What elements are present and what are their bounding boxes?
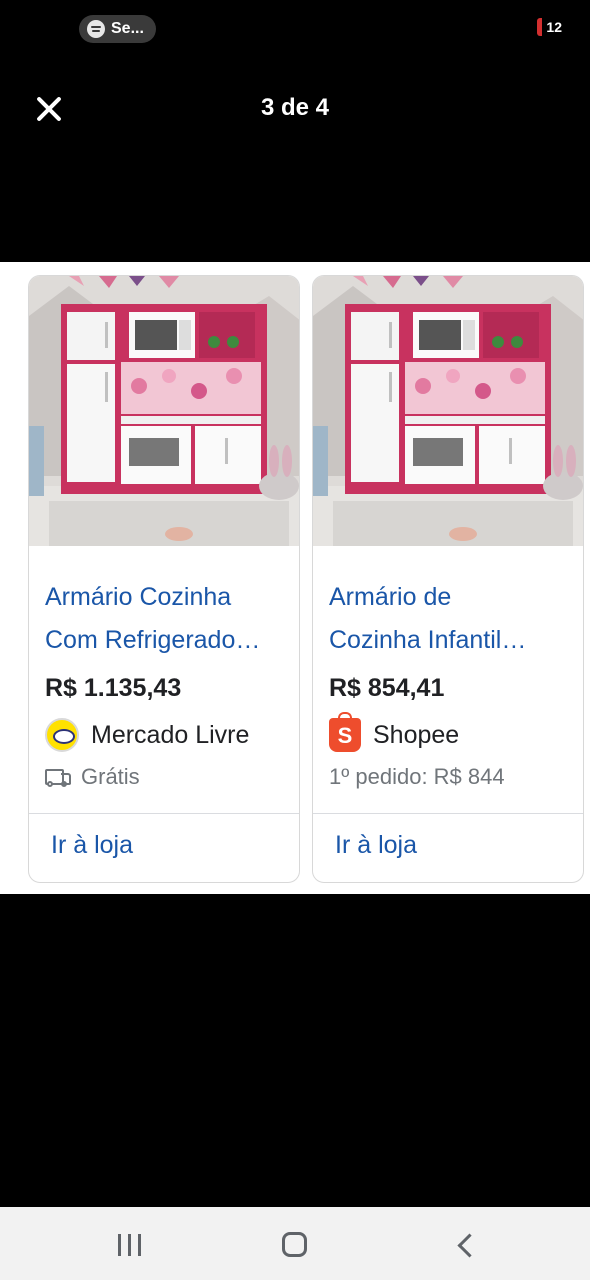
media-pill-label: Se... — [111, 20, 144, 37]
product-title[interactable]: Armário Cozinha Com Refrigerado… — [45, 576, 289, 662]
page-counter: 3 de 4 — [260, 94, 330, 121]
kitchen-cabinet-image — [313, 276, 583, 546]
battery-level: 12 — [546, 19, 562, 35]
divider — [29, 813, 299, 814]
shopee-logo: S — [329, 712, 361, 752]
viewer-header: 3 de 4 — [0, 70, 590, 146]
product-price: R$ 1.135,43 — [45, 674, 182, 702]
store-info: Mercado Livre — [45, 717, 249, 753]
recents-icon[interactable] — [118, 1234, 144, 1256]
spotify-icon — [87, 20, 105, 38]
back-icon[interactable] — [454, 1232, 478, 1258]
store-info: S Shopee — [329, 712, 460, 753]
battery-icon — [537, 18, 543, 36]
status-bar: Se... 12 — [0, 0, 590, 58]
store-name: Mercado Livre — [91, 720, 250, 749]
mercado-livre-logo — [45, 718, 79, 752]
product-carousel: Armário Cozinha Com Refrigerado… R$ 1.13… — [0, 262, 590, 894]
battery-indicator: 12 — [537, 18, 562, 36]
product-title-line: Armário Cozinha — [45, 583, 232, 611]
go-to-store-link[interactable]: Ir à loja — [335, 831, 417, 860]
first-order-label: 1º pedido: R$ 844 — [329, 764, 505, 789]
shipping-info: Grátis — [45, 762, 140, 792]
product-card[interactable]: Armário Cozinha Com Refrigerado… R$ 1.13… — [28, 275, 300, 883]
product-title-line: Armário de — [329, 583, 452, 611]
first-order-info: 1º pedido: R$ 844 — [329, 762, 505, 792]
kitchen-cabinet-image — [29, 276, 299, 546]
product-price: R$ 854,41 — [329, 674, 445, 702]
system-nav-bar — [0, 1207, 590, 1280]
home-icon[interactable] — [282, 1232, 307, 1257]
media-notification-pill[interactable]: Se... — [79, 15, 156, 43]
go-to-store-link[interactable]: Ir à loja — [51, 831, 133, 860]
product-title-line: Com Refrigerado… — [45, 626, 261, 654]
product-image[interactable] — [313, 276, 583, 546]
store-name: Shopee — [373, 720, 460, 749]
product-card[interactable]: Armário de Cozinha Infantil… R$ 854,41 S… — [312, 275, 584, 883]
truck-icon — [45, 768, 71, 787]
shipping-label: Grátis — [81, 764, 140, 789]
product-image[interactable] — [29, 276, 299, 546]
product-title[interactable]: Armário de Cozinha Infantil… — [329, 576, 573, 662]
product-title-line: Cozinha Infantil… — [329, 626, 527, 654]
divider — [313, 813, 583, 814]
